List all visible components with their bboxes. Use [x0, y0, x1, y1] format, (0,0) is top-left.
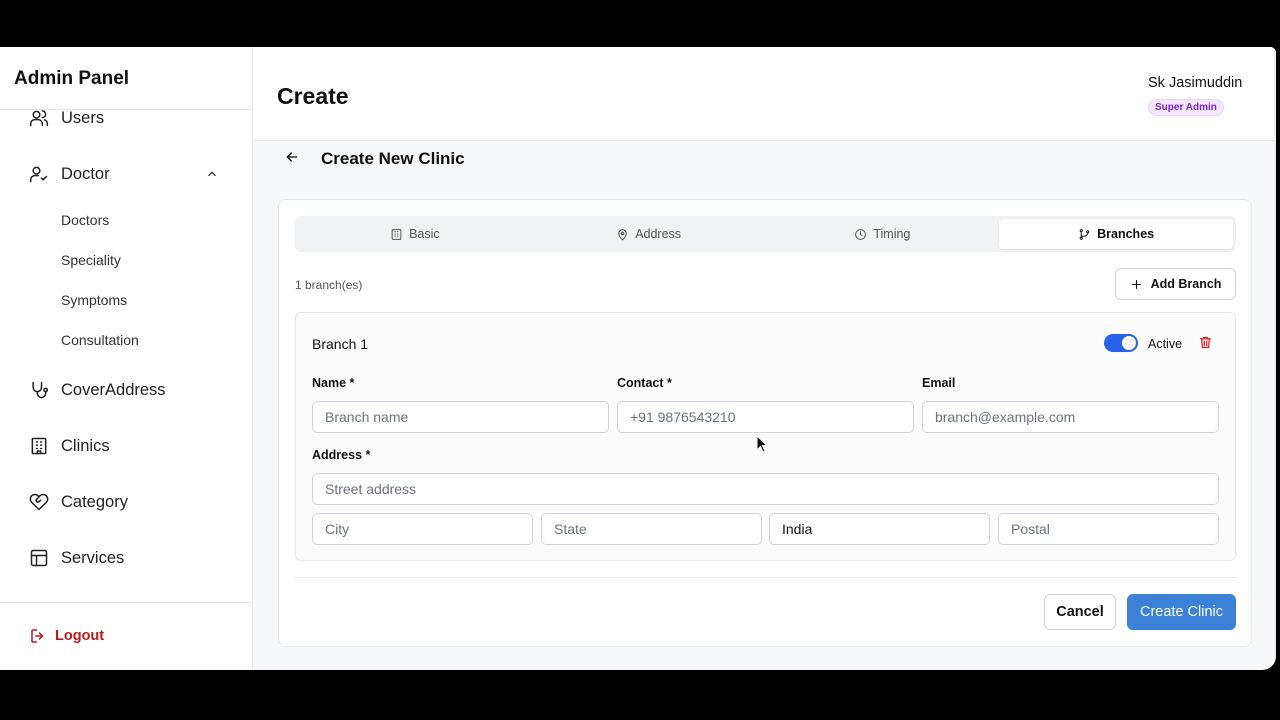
- app-title: Admin Panel: [14, 68, 130, 89]
- active-toggle[interactable]: [1104, 334, 1138, 352]
- state-input[interactable]: [541, 513, 762, 545]
- tab-label: Timing: [873, 227, 911, 241]
- cancel-button[interactable]: Cancel: [1044, 594, 1116, 630]
- sidebar-item-label: Doctor: [61, 164, 110, 183]
- sidebar: Admin Panel Users Doctor Doctors Special…: [0, 47, 253, 670]
- tab-address[interactable]: Address: [532, 219, 766, 249]
- clinic-form-card: Basic Address Timing Branches 1 branch(e…: [278, 199, 1252, 647]
- logout-label: Logout: [55, 628, 105, 644]
- add-branch-button[interactable]: Add Branch: [1115, 268, 1236, 300]
- postal-input[interactable]: [998, 513, 1219, 545]
- contact-label: Contact *: [617, 376, 672, 390]
- tab-timing[interactable]: Timing: [766, 219, 1000, 249]
- active-label: Active: [1148, 337, 1183, 351]
- address-label: Address *: [312, 448, 371, 462]
- branch-title: Branch 1: [312, 336, 369, 352]
- building-icon: [391, 228, 402, 240]
- sidebar-subitem-doctors[interactable]: Doctors: [61, 212, 109, 228]
- branch-count: 1 branch(es): [295, 278, 363, 292]
- email-label: Email: [922, 376, 956, 390]
- tab-label: Address: [635, 227, 682, 241]
- sidebar-item-label: Clinics: [61, 436, 110, 455]
- main-content: Create Sk Jasimuddin Super Admin Create …: [254, 47, 1276, 670]
- git-branch-icon: [1079, 228, 1090, 240]
- city-input[interactable]: [312, 513, 533, 545]
- sidebar-item-label: Users: [61, 108, 105, 127]
- role-badge: Super Admin: [1148, 99, 1224, 116]
- contact-input[interactable]: [617, 401, 914, 433]
- form-divider: [295, 577, 1236, 578]
- scrollbar[interactable]: [1274, 47, 1276, 670]
- user-name[interactable]: Sk Jasimuddin: [1148, 75, 1242, 91]
- create-clinic-button[interactable]: Create Clinic: [1127, 594, 1236, 630]
- sidebar-item-coveraddress[interactable]: CoverAddress: [28, 375, 166, 405]
- layout-icon: [28, 547, 50, 569]
- name-label: Name *: [312, 376, 355, 390]
- form-tabs: Basic Address Timing Branches: [295, 216, 1236, 252]
- back-arrow-icon[interactable]: [284, 149, 302, 167]
- country-input[interactable]: [769, 513, 990, 545]
- top-header: Create Sk Jasimuddin Super Admin: [254, 47, 1276, 141]
- street-address-input[interactable]: [312, 473, 1219, 505]
- sidebar-item-doctor[interactable]: Doctor: [28, 159, 110, 189]
- sidebar-subitem-speciality[interactable]: Speciality: [61, 252, 121, 268]
- chevron-up-icon[interactable]: [205, 167, 219, 181]
- trash-icon[interactable]: [1198, 335, 1214, 351]
- logout-icon: [31, 629, 44, 643]
- tab-label: Branches: [1097, 227, 1155, 241]
- sidebar-item-label: Category: [61, 492, 128, 511]
- map-pin-icon: [618, 228, 627, 240]
- sidebar-divider: [0, 602, 253, 603]
- sidebar-item-label: Services: [61, 548, 125, 567]
- add-branch-label: Add Branch: [1150, 277, 1222, 291]
- clock-icon: [855, 228, 867, 240]
- sidebar-item-users[interactable]: Users: [28, 103, 104, 133]
- tab-label: Basic: [409, 227, 440, 241]
- tab-basic[interactable]: Basic: [298, 219, 532, 249]
- heart-handshake-icon: [28, 491, 50, 513]
- sidebar-item-label: CoverAddress: [61, 380, 166, 399]
- building-icon: [28, 435, 50, 457]
- form-title: Create New Clinic: [321, 149, 465, 168]
- branch-name-input[interactable]: [312, 401, 609, 433]
- app-window: Admin Panel Users Doctor Doctors Special…: [0, 47, 1276, 670]
- users-icon: [28, 107, 50, 129]
- plus-icon: [1131, 279, 1141, 289]
- email-input[interactable]: [922, 401, 1219, 433]
- sidebar-subitem-symptoms[interactable]: Symptoms: [61, 292, 127, 308]
- sidebar-item-clinics[interactable]: Clinics: [28, 431, 110, 461]
- logout-button[interactable]: Logout: [29, 627, 104, 645]
- sidebar-item-services[interactable]: Services: [28, 543, 124, 573]
- tab-branches[interactable]: Branches: [999, 219, 1233, 249]
- sidebar-subitem-consultation[interactable]: Consultation: [61, 332, 139, 348]
- sidebar-item-category[interactable]: Category: [28, 487, 128, 517]
- mouse-cursor-icon: [756, 435, 768, 453]
- user-check-icon: [28, 163, 50, 185]
- page-title: Create: [277, 83, 349, 109]
- stethoscope-icon: [28, 379, 50, 401]
